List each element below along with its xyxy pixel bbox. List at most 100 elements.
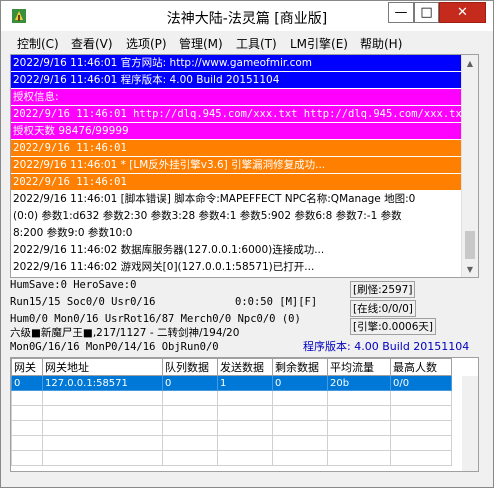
status-mon: Mon0G/16/16 MonP0/14/16 ObjRun0/0 (10, 341, 219, 353)
table-scrollbar[interactable] (462, 376, 478, 471)
version-label: 程序版本: 4.00 Build 20151104 (303, 340, 470, 353)
table-row[interactable] (11, 390, 452, 406)
table-cell (390, 450, 452, 466)
col-remaining[interactable]: 剩余数据 (272, 358, 328, 376)
menu-view[interactable]: 查看(V) (71, 35, 113, 52)
status-save: HumSave:0 HeroSave:0 (10, 279, 137, 291)
status-timer: 0:0:50 [M][F] (235, 296, 318, 308)
menu-lm-engine[interactable]: LM引擎(E) (290, 35, 348, 52)
status-monster: 六级■新魔尸王■,217/1127 - 二转剑神/194/20 (10, 327, 240, 339)
log-line: 2022/9/16 11:46:01 官方网站: http://www.game… (11, 55, 461, 71)
table-cell: 0/0 (390, 375, 452, 391)
table-cell (162, 420, 218, 436)
log-line: (0:0) 参数1:d632 参数2:30 参数3:28 参数4:1 参数5:9… (11, 208, 461, 224)
menu-manage[interactable]: 管理(M) (179, 35, 223, 52)
engine-counter: [引擎:0.0006天] (350, 318, 436, 335)
table-row[interactable] (11, 405, 452, 421)
col-sent[interactable]: 发送数据 (217, 358, 273, 376)
maximize-button[interactable]: □ (414, 2, 439, 23)
table-cell (217, 420, 273, 436)
status-counts: Hum0/0 Mon0/16 UsrRot16/87 Merch0/0 Npc0… (10, 313, 301, 325)
log-line: 2022/9/16 11:46:01 (11, 140, 461, 156)
table-cell: 1 (217, 375, 273, 391)
table-cell (272, 420, 328, 436)
table-cell (11, 450, 43, 466)
table-cell (11, 435, 43, 451)
col-address[interactable]: 网关地址 (42, 358, 163, 376)
table-cell (390, 405, 452, 421)
col-max-users[interactable]: 最高人数 (390, 358, 452, 376)
table-cell (217, 405, 273, 421)
log-line: 2022/9/16 11:46:01 http://dlq.945.com/xx… (11, 106, 461, 122)
log-line: 2022/9/16 11:46:01 * [LM反外挂引擎v3.6] 引擎漏洞修… (11, 157, 461, 173)
status-panel: HumSave:0 HeroSave:0 Run15/15 Soc0/0 Usr… (10, 277, 480, 353)
log-line: 2022/9/16 11:46:01 (11, 174, 461, 190)
log-line: 2022/9/16 11:46:02 游戏网关[0](127.0.0.1:585… (11, 259, 461, 275)
log-panel[interactable]: 2022/9/16 11:46:01 官方网站: http://www.game… (10, 54, 479, 278)
table-cell (217, 450, 273, 466)
table-cell (272, 405, 328, 421)
log-scrollbar[interactable]: ▲ ▼ (461, 55, 478, 277)
table-cell (11, 420, 43, 436)
table-row[interactable]: 0 127.0.0.1:58571 0 1 0 20b 0/0 (11, 375, 452, 391)
scroll-down-icon[interactable]: ▼ (462, 261, 478, 277)
table-row[interactable] (11, 435, 452, 451)
table-cell (42, 405, 163, 421)
menu-tools[interactable]: 工具(T) (236, 35, 277, 52)
menu-options[interactable]: 选项(P) (126, 35, 167, 52)
table-cell (390, 390, 452, 406)
menu-control[interactable]: 控制(C) (17, 35, 59, 52)
table-cell: 0 (272, 375, 328, 391)
table-cell (272, 390, 328, 406)
refresh-counter: [刷怪:2597] (350, 281, 416, 298)
table-row[interactable] (11, 420, 452, 436)
scroll-thumb[interactable] (465, 231, 475, 259)
table-cell (327, 420, 391, 436)
status-run: Run15/15 Soc0/0 Usr0/16 (10, 296, 156, 308)
table-cell: 127.0.0.1:58571 (42, 375, 163, 391)
app-window: 法神大陆-法灵篇 [商业版] — □ ✕ 控制(C) 查看(V) 选项(P) 管… (0, 0, 494, 488)
log-line: 授权信息: (11, 89, 461, 105)
log-line: 2022/9/16 11:46:01 [脚本错误] 脚本命令:MAPEFFECT… (11, 191, 461, 207)
table-cell: 0 (162, 375, 218, 391)
table-cell (217, 390, 273, 406)
table-cell (390, 435, 452, 451)
table-cell (162, 405, 218, 421)
table-body: 0 127.0.0.1:58571 0 1 0 20b 0/0 (11, 375, 452, 466)
online-counter: [在线:0/0/0] (350, 300, 416, 317)
col-queue[interactable]: 队列数据 (162, 358, 218, 376)
menu-bar: 控制(C) 查看(V) 选项(P) 管理(M) 工具(T) LM引擎(E) 帮助… (2, 33, 492, 53)
table-cell (327, 450, 391, 466)
table-cell (42, 420, 163, 436)
table-cell (162, 450, 218, 466)
table-cell (327, 405, 391, 421)
table-cell (327, 390, 391, 406)
log-line: 2022/9/16 11:46:02 数据库服务器(127.0.0.1:6000… (11, 242, 461, 258)
table-cell (162, 435, 218, 451)
table-cell (272, 450, 328, 466)
title-bar[interactable]: 法神大陆-法灵篇 [商业版] — □ ✕ (1, 1, 493, 31)
log-line: 授权天数 98476/99999 (11, 123, 461, 139)
table-cell (42, 390, 163, 406)
table-cell (217, 435, 273, 451)
table-cell (327, 435, 391, 451)
close-button[interactable]: ✕ (439, 2, 486, 23)
gateway-table[interactable]: 网关 网关地址 队列数据 发送数据 剩余数据 平均流量 最高人数 0 127.0… (10, 357, 479, 472)
col-gateway[interactable]: 网关 (11, 358, 43, 376)
table-cell (272, 435, 328, 451)
table-header-row: 网关 网关地址 队列数据 发送数据 剩余数据 平均流量 最高人数 (11, 358, 452, 376)
log-line: 2022/9/16 11:46:01 程序版本: 4.00 Build 2015… (11, 72, 461, 88)
table-cell (11, 390, 43, 406)
table-cell: 20b (327, 375, 391, 391)
col-avg-traffic[interactable]: 平均流量 (327, 358, 391, 376)
table-cell (11, 405, 43, 421)
table-row[interactable] (11, 450, 452, 466)
scroll-up-icon[interactable]: ▲ (462, 55, 478, 71)
menu-help[interactable]: 帮助(H) (360, 35, 402, 52)
log-line: 8:200 参数9:0 参数10:0 (11, 225, 461, 241)
minimize-button[interactable]: — (388, 2, 414, 23)
table-cell (162, 390, 218, 406)
table-cell (42, 435, 163, 451)
table-cell: 0 (11, 375, 43, 391)
table-cell (390, 420, 452, 436)
